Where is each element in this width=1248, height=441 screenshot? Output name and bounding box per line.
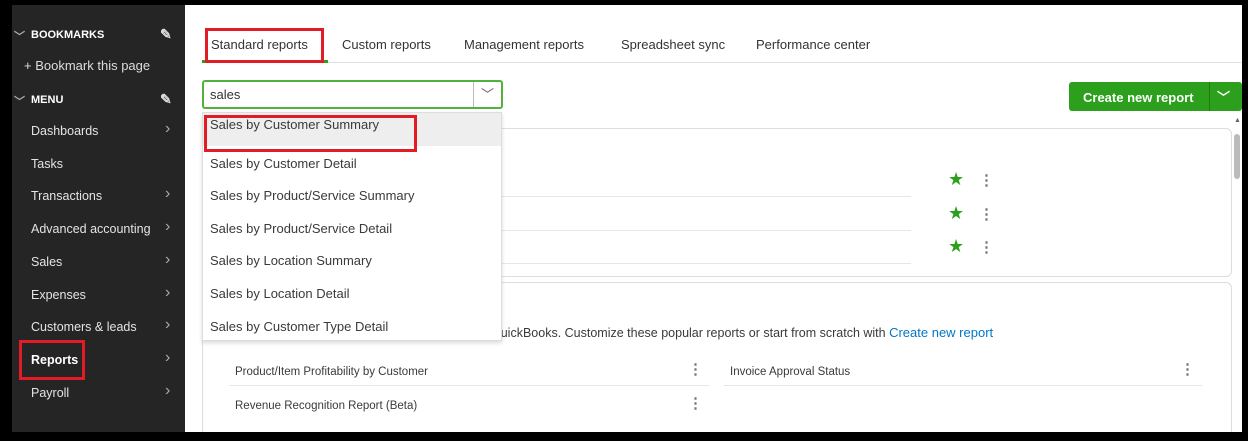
sidebar-item-expenses[interactable]: Expenses › [12, 279, 185, 311]
chevron-right-icon: › [165, 120, 171, 137]
more-icon[interactable]: ⋮ [1180, 362, 1195, 377]
chevron-right-icon: › [165, 218, 171, 236]
more-icon[interactable]: ⋮ [688, 362, 703, 377]
chevron-down-icon: ﹀ [14, 96, 25, 108]
report-search-input[interactable]: ﹀ [202, 80, 503, 109]
sidebar-item-payroll[interactable]: Payroll › [12, 377, 185, 409]
search-field[interactable] [210, 87, 470, 102]
report-row[interactable]: Revenue Recognition Report (Beta) ⋮ [229, 387, 709, 420]
tab-performance-center[interactable]: Performance center [756, 37, 870, 52]
favorite-row[interactable]: ★ ⋮ [493, 198, 994, 231]
highlight-box [204, 115, 417, 152]
chevron-down-icon[interactable]: ﹀ [473, 82, 501, 107]
sidebar-item-sales[interactable]: Sales › [12, 246, 185, 278]
chevron-right-icon: › [165, 348, 171, 366]
app-window: ﹀ BOOKMARKS ✎ + Bookmark this page ﹀ MEN… [12, 5, 1242, 432]
tab-custom-reports[interactable]: Custom reports [342, 37, 431, 52]
star-icon[interactable]: ★ [948, 169, 964, 190]
sidebar-item-advanced-accounting[interactable]: Advanced accounting › [12, 213, 185, 245]
plus-icon: + [24, 58, 36, 73]
create-new-report-button[interactable]: Create new report ﹀ [1069, 82, 1242, 111]
more-icon[interactable]: ⋮ [688, 396, 703, 411]
suggestion-item[interactable]: Sales by Location Detail [203, 276, 501, 309]
chevron-down-icon[interactable]: ﹀ [1217, 87, 1230, 106]
favorite-row[interactable]: ★ ⋮ [493, 231, 994, 264]
highlight-box [19, 340, 85, 380]
sidebar-item-customers-leads[interactable]: Customers & leads › [12, 311, 185, 343]
bookmark-this-page[interactable]: + Bookmark this page [24, 58, 150, 73]
report-row[interactable]: Product/Item Profitability by Customer ⋮ [229, 353, 709, 386]
more-icon[interactable]: ⋮ [979, 207, 994, 222]
chevron-right-icon: › [165, 316, 171, 334]
sidebar-item-dashboards[interactable]: Dashboards › [12, 115, 185, 147]
report-row[interactable]: Invoice Approval Status ⋮ [724, 353, 1202, 386]
sidebar: ﹀ BOOKMARKS ✎ + Bookmark this page ﹀ MEN… [12, 5, 185, 432]
highlight-box [205, 28, 324, 63]
bookmarks-header[interactable]: ﹀ BOOKMARKS ✎ [12, 26, 185, 46]
suggestion-item[interactable]: Sales by Customer Type Detail [203, 309, 501, 342]
suggestion-item[interactable]: Sales by Product/Service Detail [203, 211, 501, 244]
sidebar-item-transactions[interactable]: Transactions › [12, 180, 185, 212]
scrollbar-thumb[interactable] [1234, 134, 1240, 179]
favorite-row[interactable]: ★ ⋮ [493, 164, 994, 197]
suggestion-item[interactable]: Sales by Product/Service Summary [203, 178, 501, 211]
create-new-report-link[interactable]: Create new report [889, 325, 993, 340]
chevron-right-icon: › [165, 250, 171, 268]
scrollbar[interactable]: ▲ [1234, 117, 1242, 432]
suggestion-item[interactable]: Sales by Location Summary [203, 243, 501, 276]
star-icon[interactable]: ★ [948, 203, 964, 224]
chevron-down-icon: ﹀ [14, 31, 25, 43]
pencil-icon[interactable]: ✎ [160, 91, 172, 108]
chevron-right-icon: › [165, 185, 171, 203]
sidebar-item-tasks[interactable]: Tasks [12, 148, 185, 180]
tab-spreadsheet-sync[interactable]: Spreadsheet sync [621, 37, 725, 52]
chevron-right-icon: › [165, 283, 171, 301]
more-icon[interactable]: ⋮ [979, 173, 994, 188]
scroll-up-icon[interactable]: ▲ [1234, 117, 1241, 124]
star-icon[interactable]: ★ [948, 236, 964, 257]
pencil-icon[interactable]: ✎ [160, 26, 172, 43]
tab-divider [202, 62, 1242, 63]
popular-description: QuickBooks. Customize these popular repo… [491, 325, 994, 340]
menu-header[interactable]: ﹀ MENU ✎ [12, 91, 185, 111]
tab-management-reports[interactable]: Management reports [464, 37, 584, 52]
chevron-right-icon: › [165, 381, 171, 399]
more-icon[interactable]: ⋮ [979, 240, 994, 255]
